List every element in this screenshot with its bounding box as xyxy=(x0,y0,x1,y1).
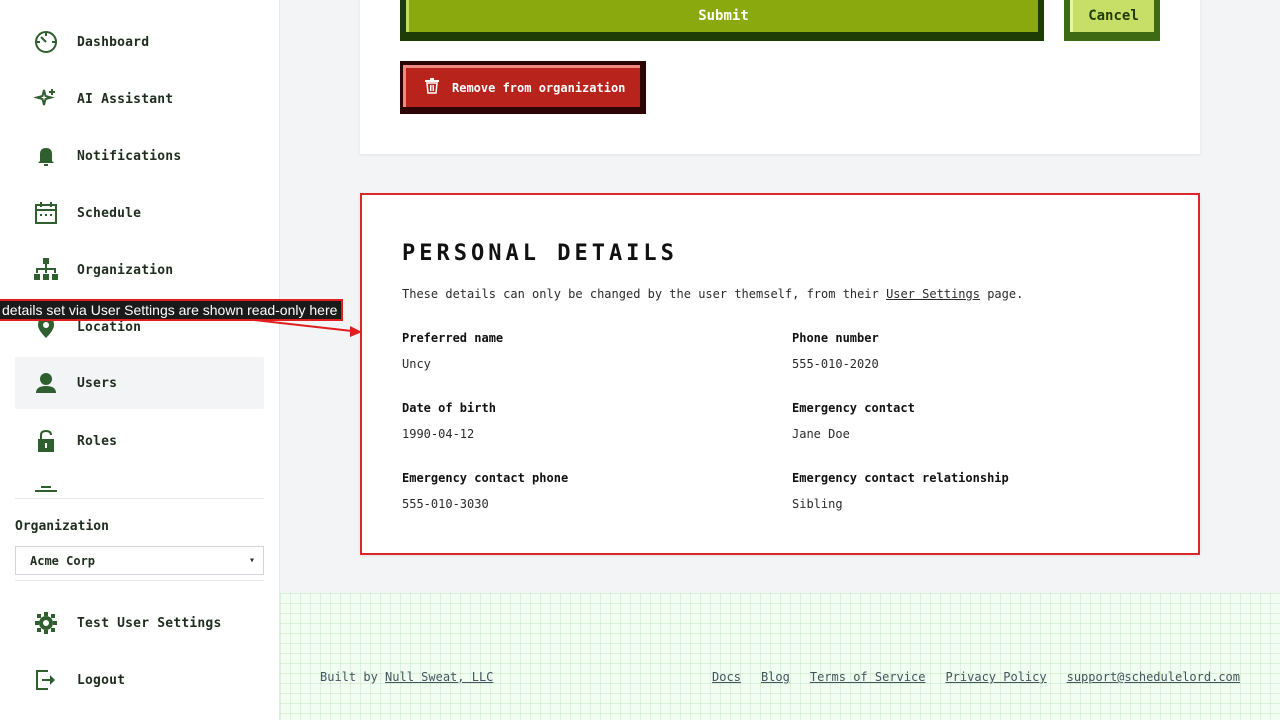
user-settings-link[interactable]: User Settings xyxy=(886,287,980,301)
field-emergency-contact-phone: Emergency contact phone 555-010-3030 xyxy=(402,471,568,511)
submit-button[interactable]: Submit xyxy=(400,0,1044,41)
sidebar-item-label: Logout xyxy=(77,672,126,688)
footer-link-docs[interactable]: Docs xyxy=(712,670,741,684)
cancel-button[interactable]: Cancel xyxy=(1064,0,1160,41)
sidebar-item-label: Schedule xyxy=(77,205,142,221)
bell-icon xyxy=(33,143,59,169)
field-emergency-contact-relationship: Emergency contact relationship Sibling xyxy=(792,471,1009,511)
sparkle-icon xyxy=(33,86,59,112)
field-value: Uncy xyxy=(402,357,431,371)
remove-from-organization-button[interactable]: Remove from organization xyxy=(400,61,646,114)
footer-link-support-email[interactable]: support@schedulelord.com xyxy=(1067,670,1240,684)
footer-link-blog[interactable]: Blog xyxy=(761,670,790,684)
sidebar-item-roles[interactable]: Roles xyxy=(15,415,264,467)
field-value: 555-010-2020 xyxy=(792,357,879,371)
field-phone-number: Phone number 555-010-2020 xyxy=(792,331,879,371)
sidebar-item-label: Users xyxy=(77,375,118,391)
gear-icon xyxy=(33,610,59,636)
field-emergency-contact: Emergency contact Jane Doe xyxy=(792,401,915,441)
null-sweat-link[interactable]: Null Sweat, LLC xyxy=(385,670,493,684)
built-by-text: Built by xyxy=(320,670,386,684)
field-value: Sibling xyxy=(792,497,843,511)
lock-icon xyxy=(33,428,59,454)
sidebar-item-logout[interactable]: Logout xyxy=(15,654,264,706)
field-label: Emergency contact relationship xyxy=(792,471,1009,485)
field-value: 555-010-3030 xyxy=(402,497,489,511)
calendar-icon xyxy=(33,200,59,226)
footer: Built by Null Sweat, LLC Docs Blog Terms… xyxy=(280,593,1280,720)
field-date-of-birth: Date of birth 1990-04-12 xyxy=(402,401,496,441)
user-icon xyxy=(33,370,59,396)
section-title: Personal Details xyxy=(402,241,678,266)
section-description: These details can only be changed by the… xyxy=(402,287,1023,301)
built-by-credit: Built by Null Sweat, LLC xyxy=(320,670,493,684)
sidebar-item-schedule[interactable]: Schedule xyxy=(15,187,264,239)
sidebar-divider xyxy=(15,580,264,581)
org-select-label: Organization xyxy=(15,519,109,534)
dashboard-icon xyxy=(33,29,59,55)
field-label: Phone number xyxy=(792,331,879,345)
field-label: Emergency contact phone xyxy=(402,471,569,485)
field-value: Jane Doe xyxy=(792,427,850,441)
personal-details-card: Personal Details These details can only … xyxy=(360,193,1200,555)
sidebar: Dashboard AI Assistant Notifications Sch… xyxy=(0,0,280,720)
field-preferred-name: Preferred name Uncy xyxy=(402,331,503,371)
sidebar-item-label: Notifications xyxy=(77,148,182,164)
trash-icon xyxy=(424,78,440,97)
submit-button-label: Submit xyxy=(406,0,1038,32)
chevron-down-icon: ▾ xyxy=(248,555,255,566)
cancel-button-label: Cancel xyxy=(1070,0,1154,32)
sidebar-item-users[interactable]: Users xyxy=(15,357,264,409)
footer-link-terms[interactable]: Terms of Service xyxy=(810,670,926,684)
field-value: 1990-04-12 xyxy=(402,427,475,441)
annotation-tooltip: details set via User Settings are shown … xyxy=(0,299,344,321)
field-label: Emergency contact xyxy=(792,401,915,415)
field-label: Preferred name xyxy=(402,331,504,345)
org-chart-icon xyxy=(33,257,59,283)
sidebar-item-label: Dashboard xyxy=(77,34,150,50)
sidebar-item-test-user-settings[interactable]: Test User Settings xyxy=(15,597,264,649)
description-text: page. xyxy=(979,287,1024,301)
sidebar-item-dashboard[interactable]: Dashboard xyxy=(15,16,264,68)
footer-link-privacy[interactable]: Privacy Policy xyxy=(945,670,1046,684)
sidebar-item-organization[interactable]: Organization xyxy=(15,244,264,296)
sidebar-divider xyxy=(15,498,264,499)
org-select-value: Acme Corp xyxy=(30,553,96,568)
user-form-card: Submit Cancel Remove from organization xyxy=(360,0,1200,154)
org-select[interactable]: Acme Corp ▾ xyxy=(15,546,264,575)
sidebar-item-label: AI Assistant xyxy=(77,91,174,107)
field-label: Date of birth xyxy=(402,401,496,415)
sidebar-item-notifications[interactable]: Notifications xyxy=(15,130,264,182)
logout-icon xyxy=(33,667,59,693)
sidebar-item-label: Location xyxy=(77,319,142,335)
sidebar-item-label: Test User Settings xyxy=(77,615,222,631)
footer-links: Docs Blog Terms of Service Privacy Polic… xyxy=(712,670,1240,684)
remove-button-label: Remove from organization xyxy=(452,80,626,95)
sidebar-item-label: Roles xyxy=(77,433,118,449)
sidebar-item-partial-icon xyxy=(33,486,59,496)
sidebar-item-label: Organization xyxy=(77,262,174,278)
sidebar-item-ai-assistant[interactable]: AI Assistant xyxy=(15,73,264,125)
description-text: These details can only be changed by the… xyxy=(402,287,887,301)
